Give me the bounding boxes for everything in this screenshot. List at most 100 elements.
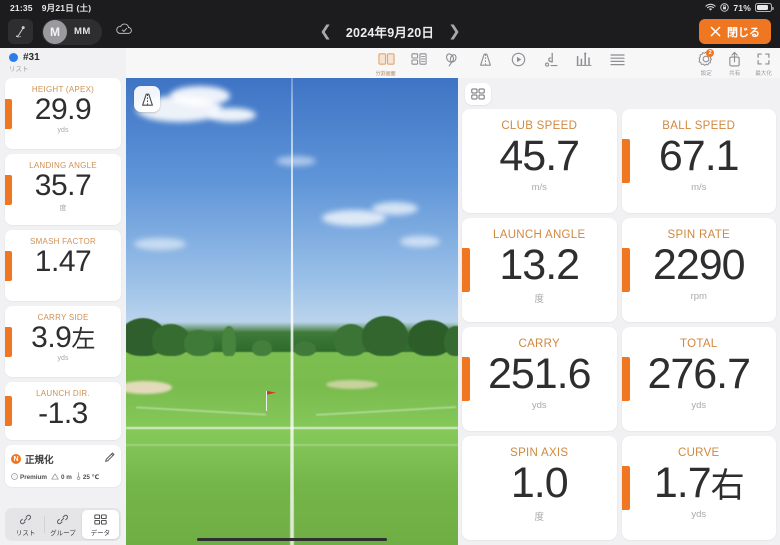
metric-accent-tab — [5, 396, 12, 426]
tree — [444, 326, 458, 357]
tree — [222, 326, 236, 357]
right-metrics-panel: CLUB SPEED 45.7 m/s BALL SPEED 67.1 m/s … — [458, 78, 780, 545]
tool-list[interactable] — [606, 50, 628, 68]
metric-value: 1.0 — [510, 459, 569, 507]
list-icon — [609, 50, 625, 68]
segment-group[interactable]: グループ — [44, 510, 81, 539]
video-scrubber[interactable] — [197, 537, 387, 541]
metric-card-club-speed[interactable]: CLUB SPEED 45.7 m/s — [462, 109, 617, 213]
ball-condition: Premium — [11, 472, 47, 482]
maximize-button[interactable]: 最大化 — [755, 50, 772, 77]
altitude-icon — [51, 472, 59, 482]
shot-color-dot — [9, 53, 18, 62]
metric-card-launch-dir[interactable]: LAUNCH DIR. -1.3 — [5, 382, 121, 440]
settings-button[interactable]: 2 設定 — [698, 49, 715, 77]
cloud — [170, 86, 230, 106]
tool-play[interactable] — [507, 50, 529, 68]
segment-label: グループ — [50, 529, 76, 537]
metric-card-carry-side[interactable]: CARRY SIDE 3.9左 yds — [5, 306, 121, 377]
view-mode-tools: 分割画面 — [375, 50, 628, 77]
metric-card-spin-rate[interactable]: SPIN RATE 2290 rpm — [621, 218, 776, 322]
metric-number: 3.9 — [31, 321, 72, 354]
metric-accent-tab — [5, 326, 12, 357]
segment-list[interactable]: リスト — [7, 510, 44, 539]
metric-unit: rpm — [690, 291, 707, 303]
tool-bar-chart[interactable] — [573, 50, 595, 68]
metric-card-spin-axis[interactable]: SPIN AXIS 1.0 度 — [462, 436, 617, 540]
metric-title: SPIN AXIS — [510, 447, 569, 459]
metric-value: 251.6 — [487, 350, 592, 398]
shot-view-panel[interactable] — [126, 78, 458, 545]
metric-card-total[interactable]: TOTAL 276.7 yds — [621, 327, 776, 431]
tool-swing-analysis[interactable] — [441, 50, 463, 68]
close-button[interactable]: 閉じる — [699, 19, 771, 44]
tool-caption: 分割画面 — [375, 71, 397, 77]
next-day-button[interactable]: ❯ — [448, 24, 461, 39]
temperature-value: 25 ℃ — [82, 473, 100, 481]
metric-card-carry[interactable]: CARRY 251.6 yds — [462, 327, 617, 431]
cloud — [208, 108, 256, 122]
current-date: 2024年9月20日 — [345, 26, 435, 40]
metric-value: 276.7 — [647, 350, 751, 398]
metric-suffix: 左 — [71, 326, 95, 353]
layout-toggle-button[interactable] — [465, 83, 491, 105]
close-x-icon — [710, 26, 721, 37]
metric-card-ball-speed[interactable]: BALL SPEED 67.1 m/s — [621, 109, 776, 213]
pencil-icon[interactable] — [104, 450, 115, 468]
metric-unit: yds — [57, 126, 69, 134]
status-indicators: 71% — [705, 3, 774, 13]
settings-label: 設定 — [700, 71, 712, 77]
trajectory-view-button[interactable] — [134, 86, 160, 112]
golf-swing-icon[interactable] — [8, 19, 33, 44]
metric-suffix: 右 — [710, 467, 745, 505]
metric-card-landing-angle[interactable]: LANDING ANGLE 35.7 度 — [5, 154, 121, 225]
metric-card-launch-angle[interactable]: LAUNCH ANGLE 13.2 度 — [462, 218, 617, 322]
metric-card-curve[interactable]: CURVE 1.7右 yds — [621, 436, 776, 540]
metric-accent-tab — [621, 139, 630, 183]
metric-accent-tab — [462, 357, 470, 401]
rotation-lock-icon — [720, 3, 730, 12]
prev-day-button[interactable]: ❮ — [319, 24, 332, 39]
segment-label: リスト — [15, 529, 36, 537]
metric-accent-tab — [5, 174, 12, 205]
temperature-condition: 25 ℃ — [76, 472, 99, 482]
utility-tools: 2 設定 共有 最大化 — [698, 49, 772, 77]
cloud-sync-icon[interactable] — [115, 22, 134, 42]
tool-trajectory[interactable] — [474, 50, 496, 68]
altitude-condition: 0 m — [51, 472, 72, 482]
tree — [184, 330, 214, 357]
metric-title: BALL SPEED — [662, 120, 736, 132]
metric-value: 45.7 — [499, 132, 580, 180]
metric-accent-tab — [5, 250, 12, 281]
metric-card-smash-factor[interactable]: SMASH FACTOR 1.47 — [5, 230, 121, 301]
metric-number: 1.7 — [653, 459, 712, 507]
metric-title: TOTAL — [680, 338, 718, 350]
tool-club-path[interactable] — [540, 50, 562, 68]
tool-split-screen[interactable]: 分割画面 — [375, 50, 397, 77]
user-chip[interactable]: M MM — [42, 18, 102, 45]
metric-value: -1.3 — [38, 397, 88, 430]
normalization-box[interactable]: N 正規化 Premium 0 m 25 ℃ — [5, 445, 121, 487]
share-button[interactable]: 共有 — [728, 50, 741, 77]
metric-value: 2290 — [652, 241, 746, 289]
metric-accent-tab — [621, 466, 630, 510]
normalization-header: N 正規化 — [11, 450, 115, 468]
list-caption: リスト — [9, 66, 29, 73]
maximize-label: 最大化 — [755, 71, 772, 77]
shot-header[interactable]: #31 — [5, 48, 121, 63]
metric-card-height[interactable]: HEIGHT (APEX) 29.9 yds — [5, 78, 121, 149]
altitude-value: 0 m — [60, 473, 72, 481]
metric-value: 13.2 — [499, 241, 580, 289]
tiles-layout-icon — [411, 50, 427, 68]
normalization-conditions: Premium 0 m 25 ℃ — [11, 472, 115, 482]
segment-data[interactable]: データ — [81, 510, 119, 539]
shot-id-label: #31 — [23, 52, 40, 63]
metric-title: CARRY — [518, 338, 561, 350]
tool-tiles-layout[interactable] — [408, 50, 430, 68]
cloud — [134, 238, 186, 250]
content-page: 分割画面 2 設定 共有 最大化 #31 リスト HEIGHT (APEX) 2… — [0, 48, 780, 545]
tree — [294, 341, 316, 357]
normalize-badge-icon: N — [11, 454, 21, 464]
metric-value: 29.9 — [34, 93, 92, 126]
cloud — [276, 156, 316, 166]
